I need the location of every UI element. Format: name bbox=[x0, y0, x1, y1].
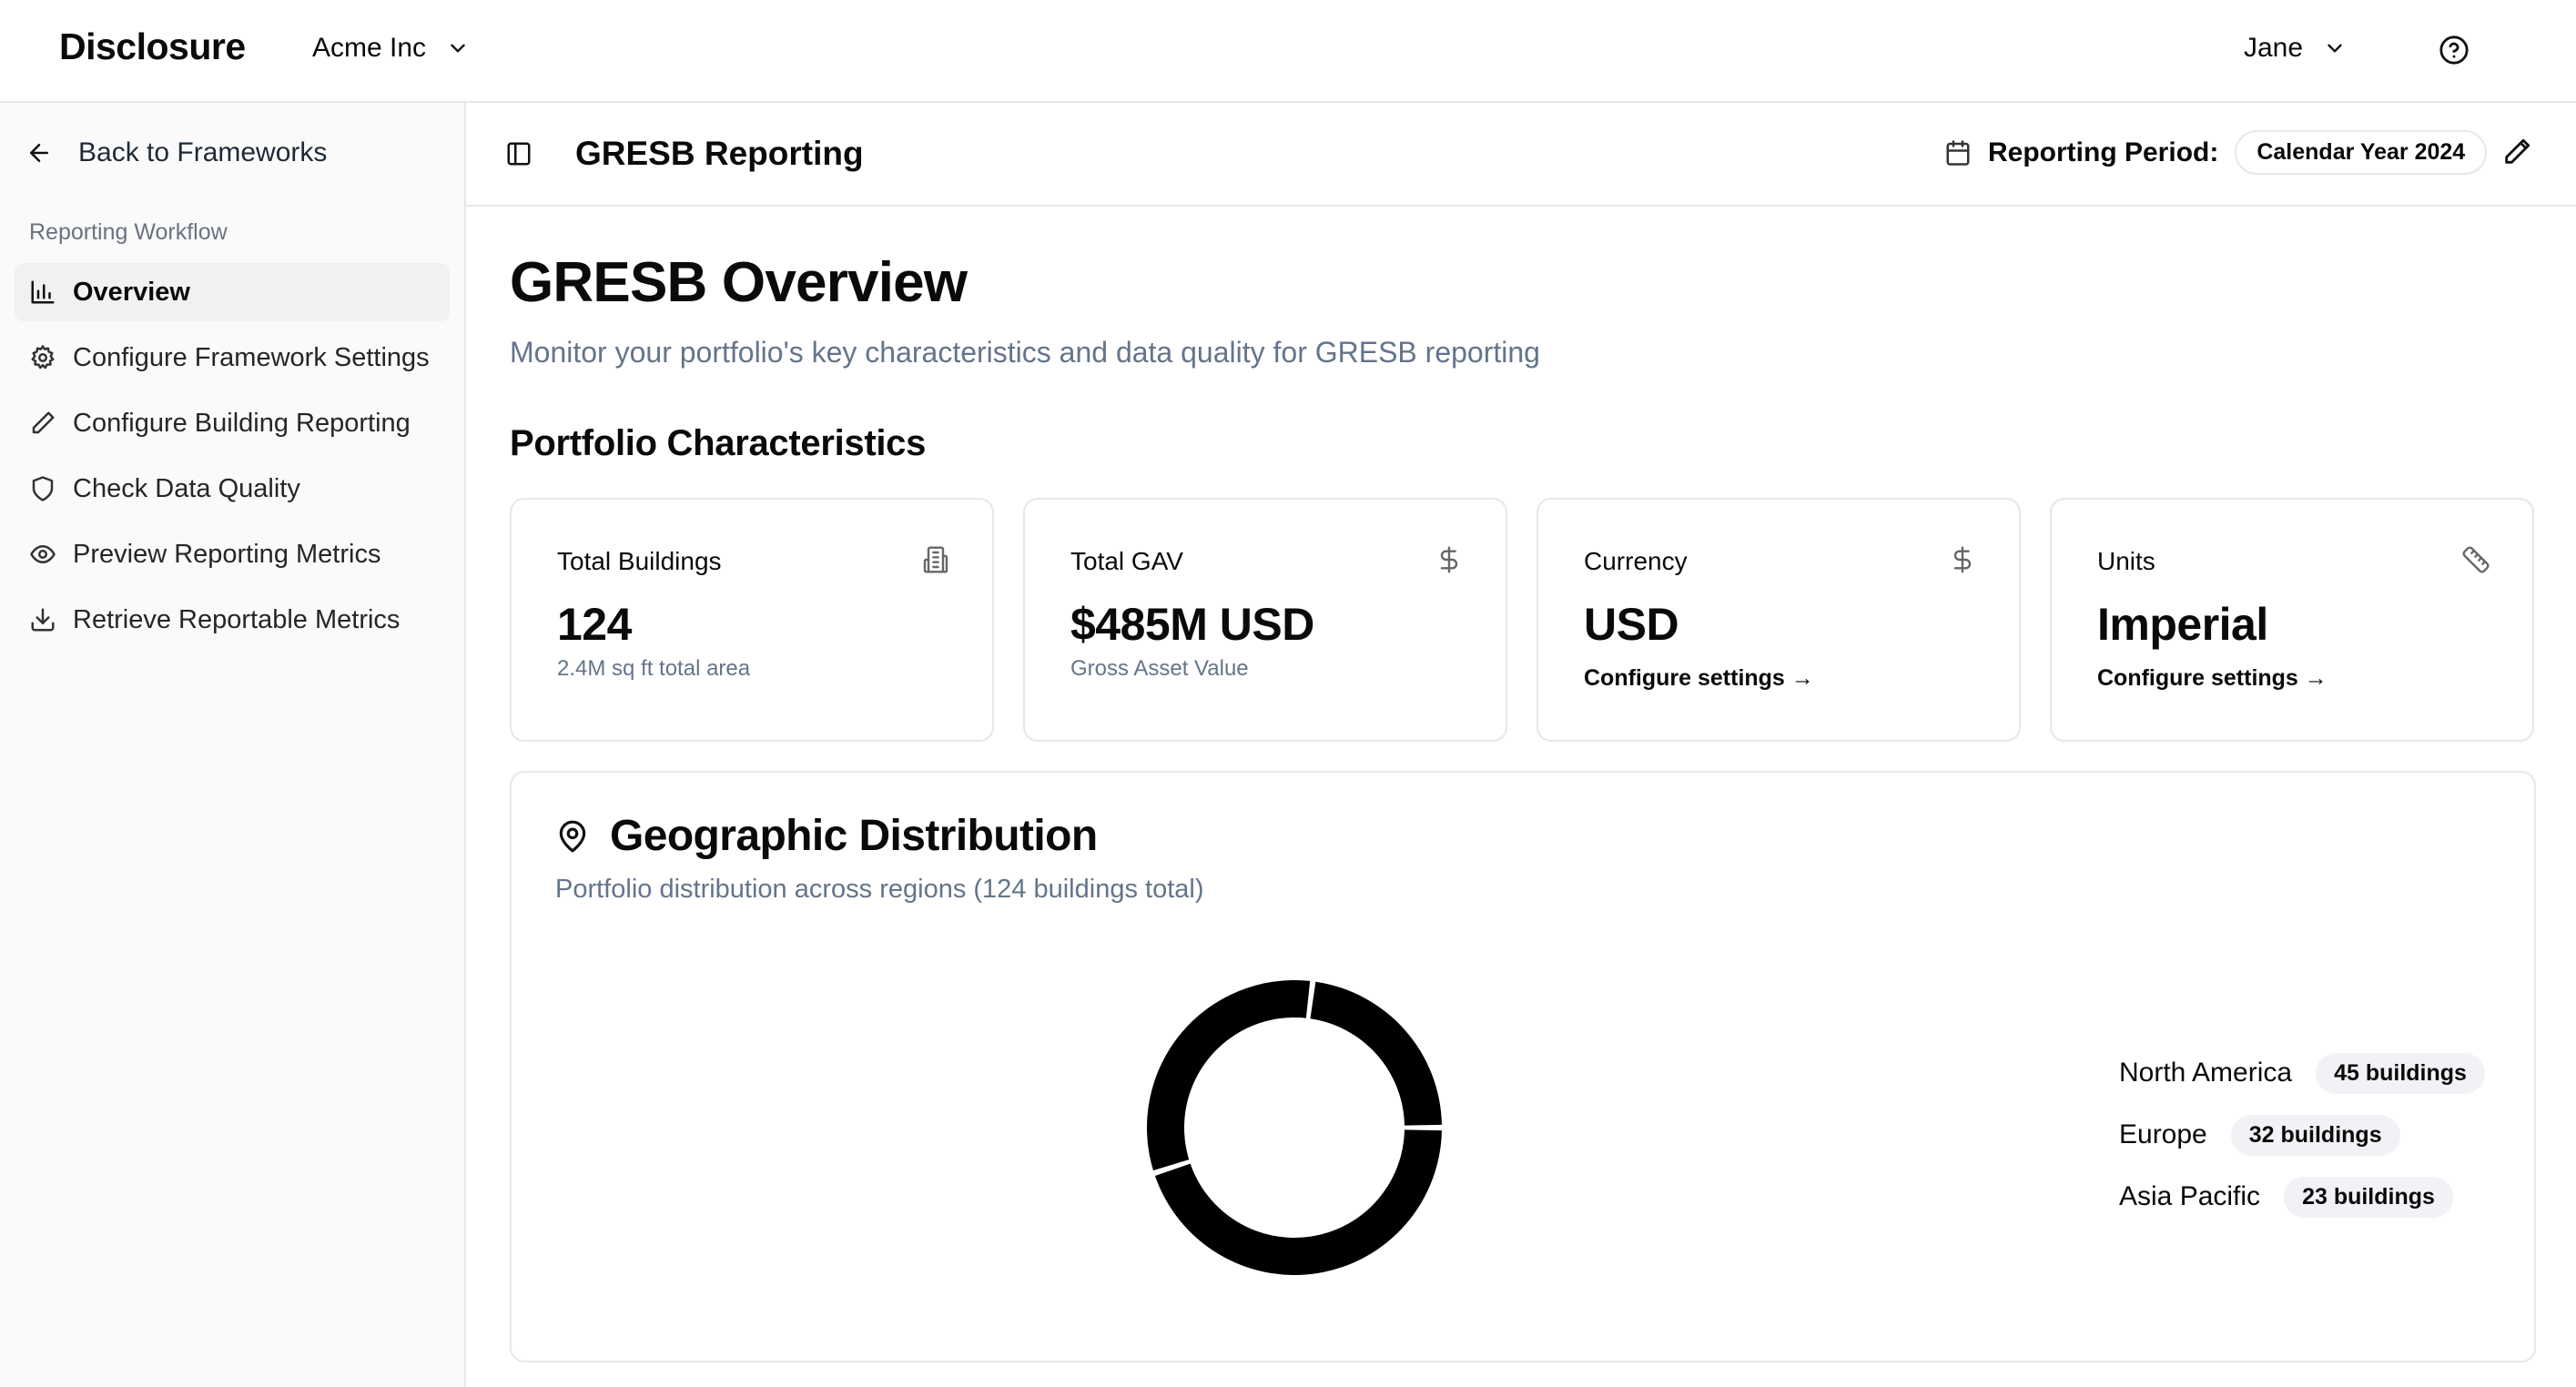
download-icon bbox=[31, 608, 55, 632]
pencil-icon bbox=[32, 411, 55, 434]
configure-settings-link[interactable]: Configure settings → bbox=[1584, 665, 1814, 692]
region-legend: North America 45 buildings Europe 32 bui… bbox=[2119, 1042, 2485, 1228]
legend-region-name: North America bbox=[2119, 1058, 2293, 1088]
sidebar-item-preview-reporting-metrics[interactable]: Preview Reporting Metrics bbox=[15, 525, 450, 583]
sidebar-nav: Overview Configure Framework Settings Co… bbox=[15, 263, 450, 656]
currency-card: Currency USD Configure settings → bbox=[1536, 498, 2021, 742]
eye-icon bbox=[30, 545, 56, 563]
total-gav-card: Total GAV $485M USD Gross Asset Value bbox=[1023, 498, 1507, 742]
calendar-icon bbox=[1946, 139, 1970, 166]
legend-building-count: 45 buildings bbox=[2316, 1052, 2485, 1094]
legend-item: Europe 32 buildings bbox=[2119, 1104, 2485, 1166]
sidebar-item-label: Retrieve Reportable Metrics bbox=[73, 604, 401, 634]
sidebar-item-label: Configure Building Reporting bbox=[73, 408, 411, 438]
legend-region-name: Europe bbox=[2119, 1119, 2207, 1149]
donut-slice-europe[interactable] bbox=[1147, 980, 1311, 1171]
bar-chart-icon bbox=[31, 280, 55, 304]
geographic-distribution-title: Geographic Distribution bbox=[555, 811, 1098, 861]
sidebar: Back to Frameworks Reporting Workflow Ov… bbox=[0, 103, 466, 1387]
units-card: Units Imperial Configure settings → bbox=[2050, 498, 2534, 742]
shield-icon bbox=[32, 476, 54, 501]
arrow-left-icon bbox=[30, 144, 48, 162]
card-value: Imperial bbox=[2097, 599, 2268, 650]
configure-settings-link[interactable]: Configure settings → bbox=[2097, 665, 2328, 692]
card-label: Total Buildings bbox=[557, 547, 722, 575]
legend-region-name: Asia Pacific bbox=[2119, 1181, 2261, 1211]
page-header: GRESB Reporting Reporting Period: Calend… bbox=[466, 103, 2576, 207]
edit-icon[interactable] bbox=[2501, 137, 2532, 167]
card-value: USD bbox=[1584, 599, 1679, 650]
brand-logo[interactable]: Disclosure bbox=[59, 25, 246, 68]
page-title: GRESB Reporting bbox=[575, 135, 864, 172]
overview-subtitle: Monitor your portfolio's key characteris… bbox=[510, 336, 1540, 369]
help-icon[interactable] bbox=[2439, 35, 2470, 66]
overview-title: GRESB Overview bbox=[510, 251, 968, 314]
card-subtext: Gross Asset Value bbox=[1070, 656, 1249, 681]
reporting-period-badge[interactable]: Calendar Year 2024 bbox=[2235, 130, 2488, 175]
dollar-icon bbox=[1440, 546, 1458, 573]
legend-building-count: 23 buildings bbox=[2284, 1176, 2453, 1218]
geographic-distribution-card: Geographic Distribution Portfolio distri… bbox=[510, 771, 2536, 1362]
sidebar-item-configure-framework-settings[interactable]: Configure Framework Settings bbox=[15, 329, 450, 387]
card-label: Currency bbox=[1584, 547, 1688, 575]
building-icon bbox=[923, 546, 948, 573]
sidebar-item-label: Configure Framework Settings bbox=[73, 342, 430, 372]
sidebar-item-overview[interactable]: Overview bbox=[15, 263, 450, 321]
org-switcher[interactable]: Acme Inc bbox=[312, 33, 470, 64]
sidebar-item-label: Overview bbox=[73, 277, 190, 307]
chevron-down-icon bbox=[451, 44, 465, 53]
org-name: Acme Inc bbox=[312, 33, 427, 63]
card-subtext: 2.4M sq ft total area bbox=[557, 656, 751, 681]
dollar-icon bbox=[1953, 546, 1972, 573]
donut-slice-north-america[interactable] bbox=[1154, 1129, 1442, 1275]
card-label: Units bbox=[2097, 547, 2155, 575]
legend-item: North America 45 buildings bbox=[2119, 1042, 2485, 1104]
user-name: Jane bbox=[2244, 33, 2304, 63]
map-pin-icon bbox=[559, 820, 586, 852]
card-value: 124 bbox=[557, 599, 632, 650]
ruler-icon bbox=[2462, 546, 2490, 573]
legend-building-count: 32 buildings bbox=[2230, 1114, 2400, 1156]
donut-slice-asia-pacific[interactable] bbox=[1310, 981, 1442, 1126]
portfolio-characteristics-title: Portfolio Characteristics bbox=[510, 423, 927, 463]
reporting-period-label: Reporting Period: bbox=[1988, 137, 2219, 167]
sidebar-item-retrieve-reportable-metrics[interactable]: Retrieve Reportable Metrics bbox=[15, 591, 450, 649]
card-value: $485M USD bbox=[1070, 599, 1314, 650]
sidebar-item-check-data-quality[interactable]: Check Data Quality bbox=[15, 460, 450, 518]
chevron-down-icon bbox=[2328, 44, 2342, 53]
gear-icon bbox=[31, 345, 55, 370]
user-menu[interactable]: Jane bbox=[2244, 33, 2347, 64]
back-label: Back to Frameworks bbox=[78, 137, 328, 167]
sidebar-item-label: Check Data Quality bbox=[73, 473, 300, 503]
geographic-distribution-subtitle: Portfolio distribution across regions (1… bbox=[555, 875, 1204, 904]
sidebar-toggle-icon[interactable] bbox=[505, 140, 532, 167]
sidebar-section-title: Reporting Workflow bbox=[29, 219, 228, 245]
sidebar-item-configure-building-reporting[interactable]: Configure Building Reporting bbox=[15, 394, 450, 452]
back-to-frameworks-link[interactable]: Back to Frameworks bbox=[25, 137, 327, 168]
geo-title-text: Geographic Distribution bbox=[610, 812, 1098, 860]
region-donut-chart bbox=[1147, 980, 1442, 1275]
top-bar: Disclosure Acme Inc Jane bbox=[0, 0, 2576, 103]
reporting-period: Reporting Period: Calendar Year 2024 bbox=[1944, 130, 2488, 175]
card-label: Total GAV bbox=[1070, 547, 1183, 575]
portfolio-cards: Total Buildings 124 2.4M sq ft total are… bbox=[510, 498, 2536, 742]
sidebar-item-label: Preview Reporting Metrics bbox=[73, 539, 381, 569]
legend-item: Asia Pacific 23 buildings bbox=[2119, 1166, 2485, 1228]
total-buildings-card: Total Buildings 124 2.4M sq ft total are… bbox=[510, 498, 994, 742]
